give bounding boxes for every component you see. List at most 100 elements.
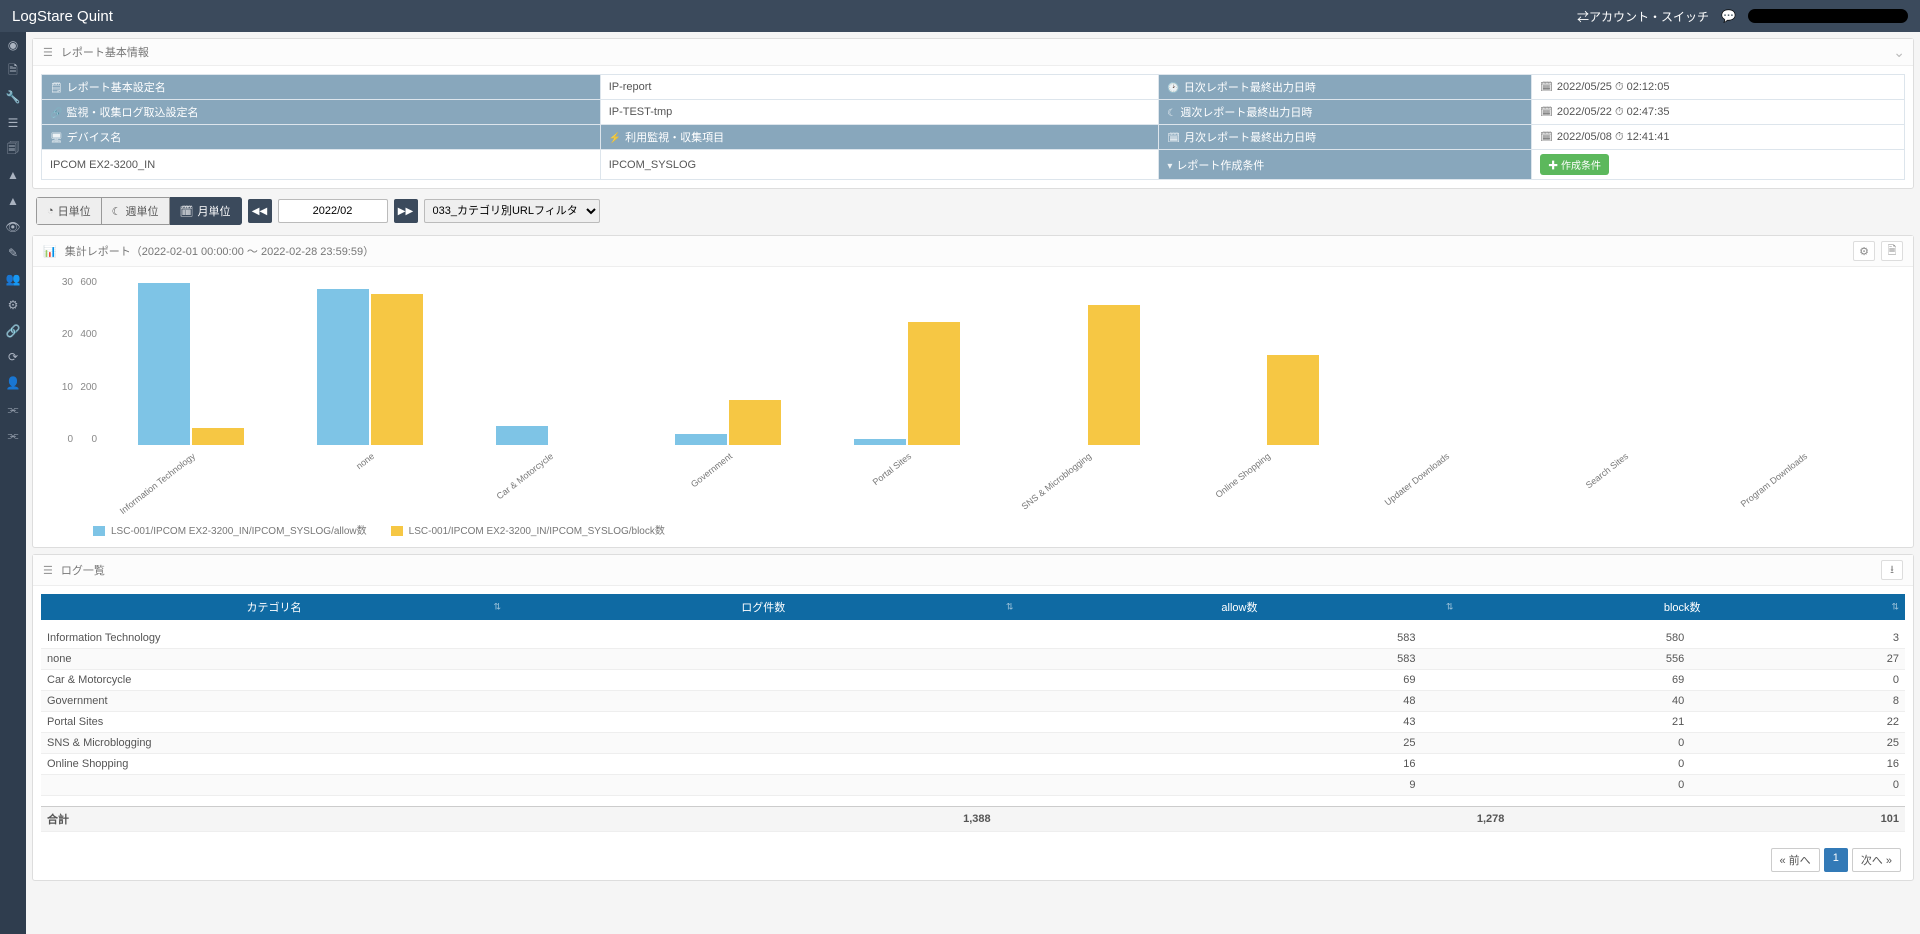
lbl-cond: レポート作成条件 [1176, 160, 1264, 172]
bar-block[interactable] [192, 428, 244, 445]
log-panel-title: ログ一覧 [61, 562, 105, 578]
col-header[interactable]: ログ件数⇅ [507, 594, 1019, 620]
table-row[interactable]: Government48408 [41, 691, 1905, 712]
download-button[interactable]: ⭳ [1881, 560, 1903, 580]
bar-block[interactable] [371, 294, 423, 445]
bar-block[interactable] [1267, 355, 1319, 445]
table-row[interactable]: Information Technology5835803 [41, 628, 1905, 649]
chat-icon[interactable]: 💬 [1721, 9, 1736, 23]
chart-x-label: Search Sites [1584, 451, 1630, 490]
val-collect: IP-TEST-tmp [601, 100, 1159, 124]
y-axis-right: 3020100 [53, 277, 77, 467]
lbl-weekly: 週次レポート最終出力日時 [1180, 107, 1312, 119]
table-row[interactable]: 900 [41, 775, 1905, 796]
val-monthly: 2022/05/08 ⏱ 12:41:41 [1557, 131, 1670, 143]
col-header[interactable]: カテゴリ名⇅ [41, 594, 507, 620]
chevron-down-icon[interactable]: ⌄ [1893, 44, 1905, 61]
sb-wrench-icon[interactable]: 🔧 [0, 84, 26, 110]
date-input[interactable] [278, 199, 388, 223]
pager-page-1[interactable]: 1 [1824, 848, 1848, 872]
footer-cell: 1,388 [483, 807, 997, 832]
chart-x-label: Information Technology [117, 451, 196, 516]
chart-category: Online Shopping [1176, 277, 1355, 445]
clock-icon: ◔ [47, 205, 54, 217]
chart-x-label: SNS & Microblogging [1019, 451, 1093, 512]
sb-share-icon[interactable]: ⫘ [0, 396, 26, 422]
period-week-button[interactable]: ☾週単位 [102, 197, 170, 225]
lbl-monthly: 月次レポート最終出力日時 [1184, 132, 1316, 144]
chart-x-label: none [354, 451, 376, 471]
sb-home-icon[interactable]: ◉ [0, 32, 26, 58]
sb-reload-icon[interactable]: ⟳ [0, 344, 26, 370]
sb-users-icon[interactable]: 👥 [0, 266, 26, 292]
log-panel: ☰ ログ一覧 ⭳ カテゴリ名⇅ログ件数⇅allow数⇅block数⇅ Infor… [32, 554, 1914, 881]
sb-alert2-icon[interactable]: ▲ [0, 188, 26, 214]
y-axis-left: 6004002000 [77, 277, 101, 467]
moon-icon: ☾ [112, 205, 122, 218]
sb-eye-icon[interactable]: 👁 [0, 214, 26, 240]
table-row[interactable]: Online Shopping16016 [41, 754, 1905, 775]
footer-cell: 1,278 [997, 807, 1511, 832]
period-month-button[interactable]: 🗓月単位 [170, 197, 242, 225]
chart-category: SNS & Microblogging [997, 277, 1176, 445]
bar-allow[interactable] [496, 426, 548, 445]
chart-export-button[interactable]: 🗎 [1881, 241, 1903, 261]
sb-alert1-icon[interactable]: ▲ [0, 162, 26, 188]
col-header[interactable]: block数⇅ [1459, 594, 1905, 620]
col-header[interactable]: allow数⇅ [1019, 594, 1459, 620]
val-device: IPCOM EX2-3200_IN [42, 150, 600, 179]
chart-legend: LSC-001/IPCOM EX2-3200_IN/IPCOM_SYSLOG/a… [53, 522, 1893, 537]
sb-share2-icon[interactable]: ⫘ [0, 422, 26, 448]
account-switch[interactable]: ⇄アカウント・スイッチ [1577, 8, 1709, 25]
info-panel-title: レポート基本情報 [61, 44, 149, 60]
legend-item[interactable]: LSC-001/IPCOM EX2-3200_IN/IPCOM_SYSLOG/b… [391, 522, 665, 537]
moon-icon: ☾ [1167, 108, 1176, 119]
sb-gear-icon[interactable]: ⚙ [0, 292, 26, 318]
bar-allow[interactable] [138, 283, 190, 445]
bar-allow[interactable] [854, 439, 906, 445]
sb-tool-icon[interactable]: ✎ [0, 240, 26, 266]
table-row[interactable]: none58355627 [41, 649, 1905, 670]
link-icon: 🔗 [50, 108, 62, 119]
chart-x-label: Car & Motorcycle [495, 451, 556, 501]
table-row[interactable]: Updater Downloads000 [41, 796, 1905, 799]
chart-x-label: Portal Sites [871, 451, 913, 487]
sb-list-icon[interactable]: ☰ [0, 110, 26, 136]
sb-link-icon[interactable]: 🔗 [0, 318, 26, 344]
date-next-button[interactable]: ▶▶ [394, 199, 418, 223]
info-panel: ☰ レポート基本情報 ⌄ 🗒レポート基本設定名 IP-report 🕑日次レポー… [32, 38, 1914, 189]
pager: « 前へ 1 次へ » [33, 840, 1913, 880]
lbl-device: デバイス名 [67, 132, 122, 144]
lbl-monitem: 利用監視・収集項目 [625, 132, 724, 144]
panel-menu-icon[interactable]: ☰ [43, 46, 53, 59]
chart-settings-button[interactable]: ⚙ [1853, 241, 1875, 261]
filter-select[interactable]: 033_カテゴリ別URLフィルタ [424, 199, 600, 223]
bar-block[interactable] [908, 322, 960, 445]
period-day-button[interactable]: ◔日単位 [36, 197, 102, 225]
create-cond-button[interactable]: ✚ 作成条件 [1540, 154, 1609, 175]
sb-doc-icon[interactable]: 🗎 [0, 58, 26, 84]
bar-block[interactable] [729, 400, 781, 445]
brand: LogStare Quint [12, 8, 1577, 25]
bar-allow[interactable] [317, 289, 369, 445]
chart-category: Information Technology [101, 277, 280, 445]
bolt-icon: ⚡ [609, 133, 621, 144]
panel-menu-icon[interactable]: ☰ [43, 564, 53, 577]
val-monitem: IPCOM_SYSLOG [601, 150, 1159, 179]
bar-allow[interactable] [675, 434, 727, 445]
chart-area: 3020100 6004002000 Information Technolog… [53, 277, 1893, 467]
bar-block[interactable] [1088, 305, 1140, 445]
chart-x-label: Updater Downloads [1383, 451, 1451, 508]
table-row[interactable]: Portal Sites432122 [41, 712, 1905, 733]
table-row[interactable]: SNS & Microblogging25025 [41, 733, 1905, 754]
sb-paper-icon[interactable]: 🗐 [0, 136, 26, 162]
legend-item[interactable]: LSC-001/IPCOM EX2-3200_IN/IPCOM_SYSLOG/a… [93, 522, 367, 537]
date-prev-button[interactable]: ◀◀ [248, 199, 272, 223]
sb-user-icon[interactable]: 👤 [0, 370, 26, 396]
controls-row: ◔日単位 ☾週単位 🗓月単位 ◀◀ ▶▶ 033_カテゴリ別URLフィルタ [32, 189, 1914, 229]
pager-next-button[interactable]: 次へ » [1852, 848, 1901, 872]
pager-prev-button[interactable]: « 前へ [1771, 848, 1820, 872]
chart-category: none [280, 277, 459, 445]
chart-x-label: Government [689, 451, 734, 489]
table-row[interactable]: Car & Motorcycle69690 [41, 670, 1905, 691]
